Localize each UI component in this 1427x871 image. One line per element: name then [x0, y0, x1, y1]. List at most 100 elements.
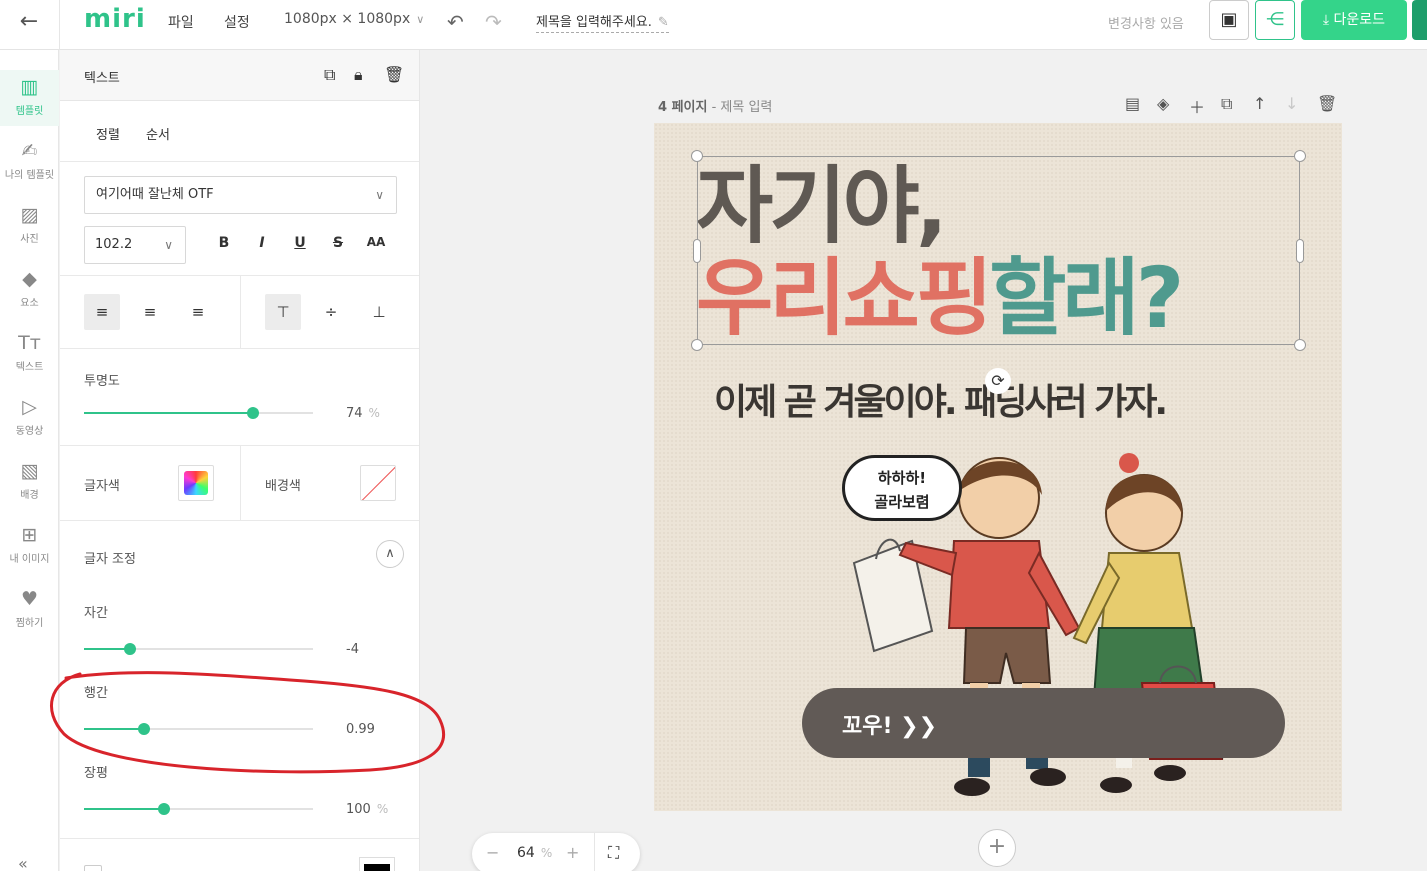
share-button[interactable]: ⋲	[1255, 0, 1295, 40]
zoom-out-icon[interactable]: −	[486, 843, 499, 862]
unit: %	[540, 846, 553, 860]
back-arrow-icon[interactable]: ←	[16, 9, 42, 35]
valign-bottom-button[interactable]: ⊥	[361, 294, 397, 330]
opacity-label: 투명도	[84, 374, 120, 389]
slider-knob[interactable]	[137, 723, 150, 735]
chevron-up-icon: ∧	[385, 546, 395, 561]
undo-icon[interactable]: ↶	[447, 10, 464, 34]
valign-bottom-icon: ⊥	[372, 303, 386, 321]
align-center-icon: ≡	[143, 303, 157, 321]
width-scale-value[interactable]: 100%	[346, 802, 388, 817]
zoom-value[interactable]: 64%	[517, 845, 552, 861]
resize-handle[interactable]	[1294, 150, 1306, 162]
nav-my-templates[interactable]: ✍ 나의 템플릿	[0, 134, 59, 190]
italic-button[interactable]: I	[251, 235, 273, 251]
save-button[interactable]: ▣	[1209, 0, 1249, 40]
tab-align[interactable]: 정렬	[96, 124, 120, 143]
lock-icon[interactable]: 🔒︎	[354, 65, 363, 85]
duplicate-icon[interactable]: ⧉	[324, 65, 335, 85]
resize-handle-side[interactable]	[1296, 239, 1304, 263]
nav-templates[interactable]: ▥ 템플릿	[0, 70, 59, 126]
slider-knob[interactable]	[247, 407, 260, 419]
valign-middle-button[interactable]: ÷	[313, 294, 349, 330]
letter-spacing-value[interactable]: -4	[346, 642, 359, 657]
bold-button[interactable]: B	[213, 235, 235, 251]
uppercase-button[interactable]: AA	[365, 235, 387, 249]
document-title[interactable]: 제목을 입력해주세요. ✎	[536, 11, 669, 33]
slider-knob[interactable]	[158, 803, 171, 815]
trash-icon[interactable]: 🗑︎	[384, 65, 404, 84]
font-size-select[interactable]: 102.2 ∨	[84, 226, 186, 264]
nav-my-images[interactable]: ⊞ 내 이미지	[0, 518, 59, 574]
add-page-button[interactable]: +	[978, 829, 1016, 867]
bubble-line-1: 하하하!	[877, 469, 927, 487]
menu-settings[interactable]: 설정	[224, 12, 250, 32]
slider-fill	[84, 412, 254, 414]
selection-box[interactable]	[697, 156, 1300, 345]
resize-handle[interactable]	[1294, 339, 1306, 351]
width-scale-slider[interactable]	[84, 803, 313, 815]
resize-handle-side[interactable]	[693, 239, 701, 263]
align-right-button[interactable]: ≡	[180, 294, 216, 330]
nav-video[interactable]: ▷ 동영상	[0, 390, 59, 446]
cta-banner[interactable]: 꼬우! ❯❯	[802, 688, 1285, 758]
line-height-label: 행간	[84, 686, 108, 701]
align-left-button[interactable]: ≡	[84, 294, 120, 330]
nav-photos[interactable]: ▨ 사진	[0, 198, 59, 254]
bg-color-swatch[interactable]	[360, 465, 396, 501]
collapse-section-button[interactable]: ∧	[376, 540, 404, 568]
canvas-size-select[interactable]: 1080px × 1080px ∨	[284, 11, 424, 27]
resize-handle[interactable]	[691, 150, 703, 162]
pencil-icon: ✎	[657, 15, 669, 30]
add-page-icon[interactable]: ＋	[1189, 94, 1205, 118]
redo-icon[interactable]: ↷	[485, 10, 502, 34]
collapse-icon[interactable]: «	[18, 854, 28, 871]
nav-elements[interactable]: ◆ 요소	[0, 262, 59, 318]
nav-favorites[interactable]: ♥ 찜하기	[0, 582, 59, 638]
opacity-value[interactable]: 74%	[346, 406, 380, 421]
menu-file[interactable]: 파일	[168, 12, 194, 32]
width-scale-number: 100	[346, 802, 371, 817]
outline-color-swatch[interactable]	[359, 857, 395, 871]
extra-button[interactable]	[1412, 0, 1427, 40]
strikethrough-button[interactable]: S	[327, 235, 349, 251]
logo[interactable]: miri	[84, 4, 146, 34]
download-button[interactable]: ⤓ 다운로드	[1301, 0, 1407, 40]
delete-page-icon[interactable]: 🗑︎	[1317, 94, 1337, 113]
speech-bubble[interactable]: 하하하! 골라보렴	[842, 455, 962, 521]
subheadline[interactable]: 이제 곧 겨울이야. 패딩사러 가자.	[714, 373, 1168, 425]
text-color-swatch[interactable]	[178, 465, 214, 501]
paint-bucket-icon[interactable]: ◈	[1157, 94, 1169, 113]
plus-icon: +	[987, 834, 1007, 859]
text-property-panel: 텍스트 ⧉ 🔒︎ 🗑︎ 정렬 순서 여기어때 잘난체 OTF ∨ 102.2 ∨ B…	[60, 50, 420, 871]
nav-text[interactable]: Tт 텍스트	[0, 326, 59, 382]
align-center-button[interactable]: ≡	[132, 294, 168, 330]
slider-fill	[84, 728, 144, 730]
move-up-icon[interactable]: ↑	[1253, 94, 1266, 113]
slider-fill	[84, 808, 165, 810]
slider-fill	[84, 648, 130, 650]
move-down-icon[interactable]: ↓	[1285, 94, 1298, 113]
opacity-slider[interactable]	[84, 407, 313, 419]
fit-screen-icon[interactable]: ⛶	[608, 843, 619, 863]
valign-top-button[interactable]: ⊤	[265, 294, 301, 330]
zoom-in-icon[interactable]: +	[566, 843, 579, 862]
page-label[interactable]: 4 페이지 - 제목 입력	[658, 96, 772, 115]
slider-knob[interactable]	[123, 643, 136, 655]
underline-button[interactable]: U	[289, 235, 311, 251]
line-height-value[interactable]: 0.99	[346, 722, 375, 737]
tab-order[interactable]: 순서	[146, 124, 170, 143]
font-size-value: 102.2	[95, 237, 133, 252]
letter-adjust-label: 글자 조정	[84, 552, 136, 567]
line-height-slider[interactable]	[84, 723, 313, 735]
design-canvas[interactable]: 자기야, 우리쇼핑할래? 이제 곧 겨울이야. 패딩사러 가자. ⟳ 하하하! 골…	[654, 123, 1342, 811]
letter-spacing-slider[interactable]	[84, 643, 313, 655]
copy-page-icon[interactable]: ⧉	[1221, 94, 1232, 114]
page-memo-icon[interactable]: ▤	[1125, 94, 1140, 113]
nav-background[interactable]: ▧ 배경	[0, 454, 59, 510]
outline-checkbox[interactable]	[84, 865, 102, 871]
font-family-select[interactable]: 여기어때 잘난체 OTF ∨	[84, 176, 397, 214]
resize-handle[interactable]	[691, 339, 703, 351]
rotate-icon[interactable]: ⟳	[985, 368, 1011, 394]
page-number: 4 페이지	[658, 100, 708, 115]
